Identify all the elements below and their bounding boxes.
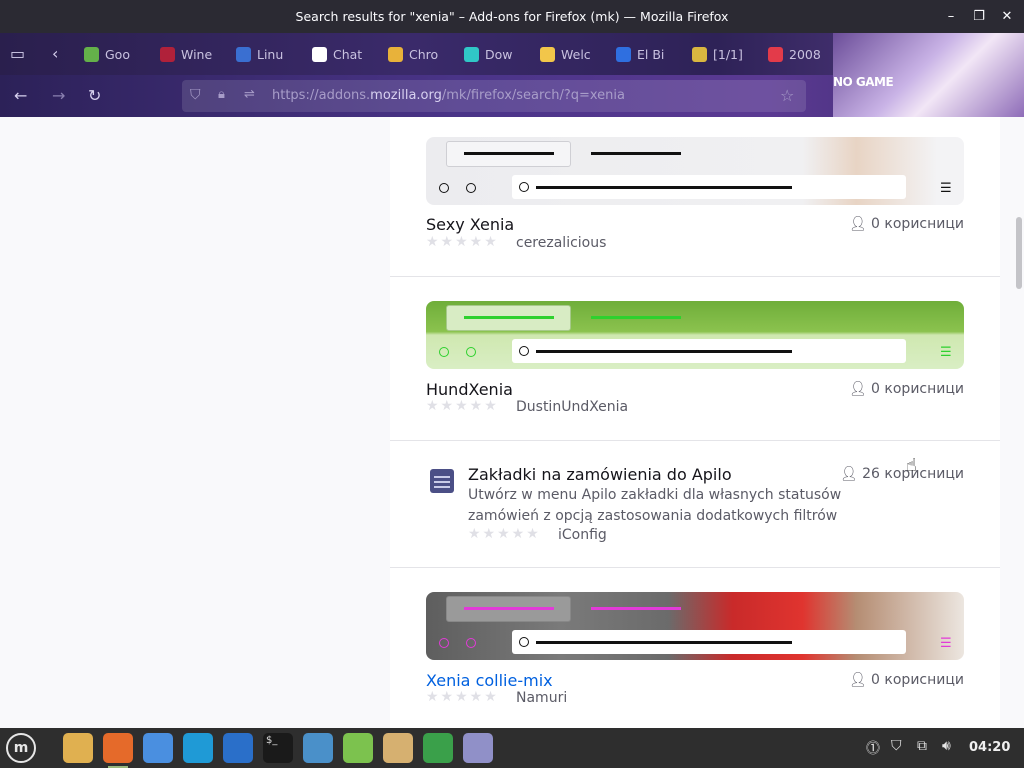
tab-favicon-icon <box>616 46 631 62</box>
security-shield-icon[interactable]: ⛉ <box>891 738 902 754</box>
network-icon[interactable]: ⧉ <box>917 738 927 754</box>
list-item[interactable]: ☰ Sexy Xenia 👤︎ 0 корисници ★★★★★ cereza… <box>390 117 1000 277</box>
bookmark-star-icon[interactable]: ☆ <box>780 86 794 105</box>
tab-label: Goo <box>105 46 130 62</box>
mint-menu-icon[interactable]: m <box>6 733 36 763</box>
forward-icon[interactable]: → <box>52 86 65 105</box>
tab-label: 2008 <box>789 46 821 62</box>
tab-favicon-icon <box>236 46 251 62</box>
addon-description-line1: Utwórz w menu Apilo zakładki dla własnyc… <box>468 487 842 503</box>
window-titlebar: Search results for "xenia" – Add-ons for… <box>0 0 1024 33</box>
tab-favicon-icon <box>692 46 707 62</box>
maximize-icon[interactable]: ❐ <box>970 8 988 26</box>
addon-description-line2: zamówień z opcją zastosowania dodatkowyc… <box>468 508 838 524</box>
search-results-list: ☰ Sexy Xenia 👤︎ 0 корисници ★★★★★ cereza… <box>390 117 1000 728</box>
tab-9[interactable]: 2008 <box>768 41 832 67</box>
tab-3[interactable]: Chat <box>312 41 376 67</box>
theme-preview-image[interactable]: ☰ <box>426 137 964 205</box>
tab-label: Chro <box>409 46 439 62</box>
user-count: 👤︎ 0 корисници <box>848 216 964 232</box>
tab-0[interactable]: Goo <box>84 41 148 67</box>
theme-banner-text: NO GAME <box>833 75 894 89</box>
tab-4[interactable]: Chro <box>388 41 452 67</box>
files-folder-icon[interactable] <box>63 733 93 763</box>
tab-favicon-icon <box>160 46 175 62</box>
addon-author[interactable]: Namuri <box>516 690 567 706</box>
close-icon[interactable]: ✕ <box>998 8 1016 26</box>
theme-preview-image[interactable]: ☰ <box>426 592 964 660</box>
calculator-icon[interactable] <box>343 733 373 763</box>
list-item[interactable]: ☰ HundXenia 👤︎ 0 корисници ★★★★★ DustinU… <box>390 277 1000 441</box>
tab-scroll-left-icon[interactable]: ‹ <box>52 44 58 63</box>
tab-favicon-icon <box>768 46 783 62</box>
tab-6[interactable]: Welc <box>540 41 604 67</box>
addon-name[interactable]: Zakładki na zamówienia do Apilo <box>468 465 732 484</box>
app-launcher-icon[interactable] <box>223 733 253 763</box>
theme-preview-image[interactable]: ☰ <box>426 301 964 369</box>
tab-label: Linu <box>257 46 284 62</box>
window-title: Search results for "xenia" – Add-ons for… <box>295 9 729 24</box>
addon-author[interactable]: cerezalicious <box>516 235 606 251</box>
rating-stars: ★★★★★ <box>468 526 541 542</box>
tab-label: El Bi <box>637 46 665 62</box>
notes-icon[interactable] <box>463 733 493 763</box>
tab-8[interactable]: [1/1] <box>692 41 756 67</box>
addon-author[interactable]: iConfig <box>558 527 607 543</box>
text-editor-icon[interactable] <box>303 733 333 763</box>
addon-icon <box>430 469 454 493</box>
volume-icon[interactable]: 🔊︎ <box>942 738 951 754</box>
permissions-icon[interactable]: ⇌ <box>244 87 255 102</box>
minimize-icon[interactable]: – <box>942 8 960 26</box>
tab-7[interactable]: El Bi <box>616 41 680 67</box>
firefox-icon[interactable] <box>103 733 133 768</box>
back-icon[interactable]: ← <box>14 86 27 105</box>
tab-favicon-icon <box>464 46 479 62</box>
tab-label: [1/1] <box>713 46 743 62</box>
url-bar[interactable]: ⛉ 🔒︎ ⇌ https://addons.mozilla.org/mk/fir… <box>182 80 806 112</box>
addon-name[interactable]: Xenia collie-mix <box>426 671 553 690</box>
page-scrollbar[interactable] <box>1016 217 1022 289</box>
list-item[interactable]: ☰ Xenia collie-mix 👤︎ 0 корисници ★★★★★ … <box>390 568 1000 728</box>
rating-stars: ★★★★★ <box>426 689 499 705</box>
shield-icon[interactable]: ⛉ <box>190 87 201 103</box>
reload-icon[interactable]: ↻ <box>88 86 101 105</box>
firewall-shield-icon[interactable] <box>423 733 453 763</box>
addon-author[interactable]: DustinUndXenia <box>516 399 628 415</box>
tab-favicon-icon <box>540 46 555 62</box>
tab-label: Dow <box>485 46 513 62</box>
tab-2[interactable]: Linu <box>236 41 300 67</box>
chrome-icon[interactable] <box>143 733 173 763</box>
home-folder-icon[interactable] <box>383 733 413 763</box>
page-content: ☰ Sexy Xenia 👤︎ 0 корисници ★★★★★ cereza… <box>0 117 1024 728</box>
addon-name[interactable]: Sexy Xenia <box>426 215 514 234</box>
tab-overview-icon[interactable]: ▭ <box>10 44 25 63</box>
url-text[interactable]: https://addons.mozilla.org/mk/firefox/se… <box>272 88 625 103</box>
rating-stars: ★★★★★ <box>426 234 499 250</box>
user-count: 👤︎ 26 корисници <box>839 466 964 482</box>
pointer-cursor-icon: ☝︎ <box>906 455 917 476</box>
tab-label: Wine <box>181 46 213 62</box>
user-count: 👤︎ 0 корисници <box>848 672 964 688</box>
addon-name[interactable]: HundXenia <box>426 380 513 399</box>
clock[interactable]: 04:20 <box>969 740 1010 755</box>
rating-stars: ★★★★★ <box>426 398 499 414</box>
terminal-icon[interactable]: $_ <box>263 733 293 763</box>
taskbar: m $_ ⓵ ⛉ ⧉ 🔊︎ 04:20 <box>0 728 1024 768</box>
tab-5[interactable]: Dow <box>464 41 528 67</box>
user-count: 👤︎ 0 корисници <box>848 381 964 397</box>
tab-1[interactable]: Wine <box>160 41 224 67</box>
tab-label: Chat <box>333 46 363 62</box>
tab-favicon-icon <box>84 46 99 62</box>
tab-label: Welc <box>561 46 591 62</box>
tab-favicon-icon <box>388 46 403 62</box>
lock-icon[interactable]: 🔒︎ <box>218 87 225 102</box>
theme-header-image: NO GAME <box>833 33 1024 117</box>
edge-dev-icon[interactable] <box>183 733 213 763</box>
keyboard-layout-icon[interactable]: ⓵ <box>866 738 880 758</box>
tab-favicon-icon <box>312 46 327 62</box>
